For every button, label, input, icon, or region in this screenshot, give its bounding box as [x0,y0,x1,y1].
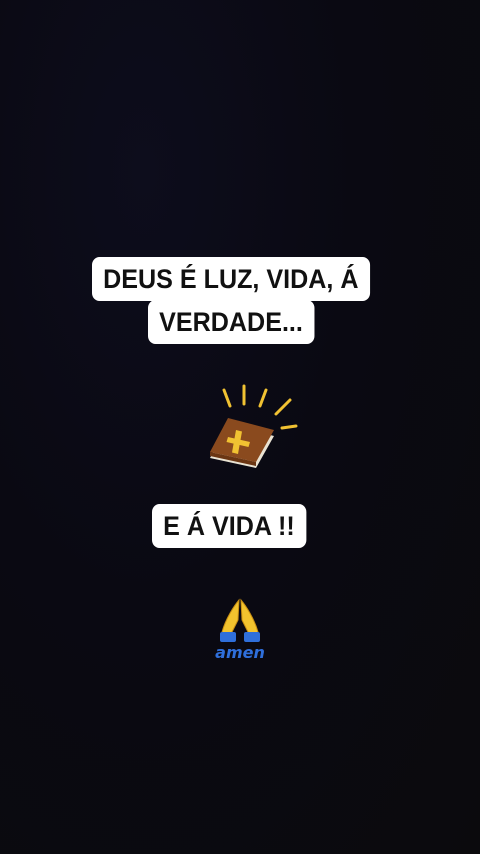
caption-line-3: E Á VIDA !! [152,504,306,548]
caption-line-1: DEUS É LUZ, VIDA, Á [92,257,370,301]
caption-line-2: VERDADE... [148,300,315,344]
amen-text: amen [215,643,265,662]
holy-bible-icon [210,384,298,468]
praying-hands-amen-sticker: amen [215,598,265,662]
story-canvas: DEUS É LUZ, VIDA, Á VERDADE... E Á VIDA … [0,0,480,854]
praying-hands-icon [220,598,260,642]
